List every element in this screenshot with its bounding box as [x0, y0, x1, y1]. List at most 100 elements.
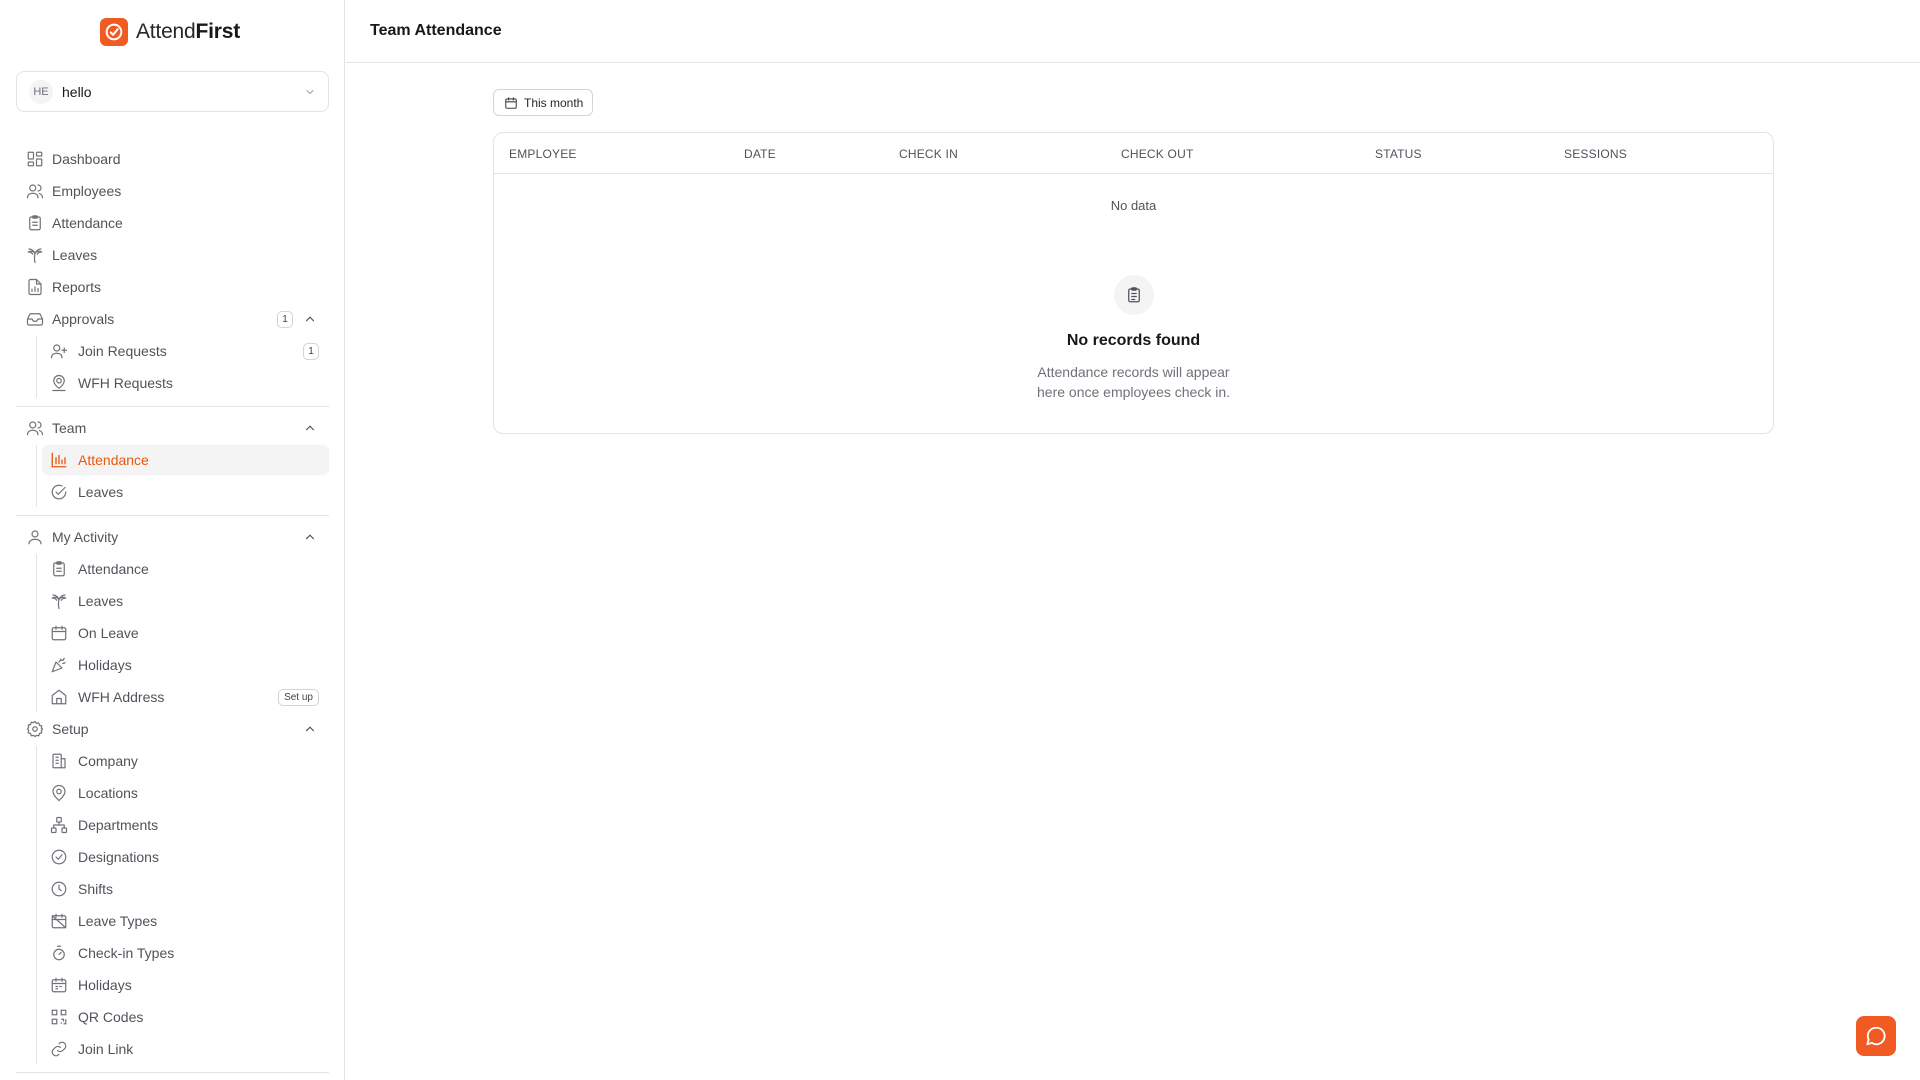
palm-tree-icon: [26, 246, 44, 264]
nav-my-attendance[interactable]: Attendance: [42, 554, 329, 584]
nav-employees[interactable]: Employees: [16, 176, 329, 206]
nav-attendance[interactable]: Attendance: [16, 208, 329, 238]
column-date[interactable]: DATE: [744, 147, 776, 161]
brand[interactable]: AttendFirst: [100, 18, 240, 46]
nav-setup-holidays[interactable]: Holidays: [42, 970, 329, 1000]
chevron-up-icon[interactable]: [303, 421, 317, 435]
clipboard-list-icon: [1114, 275, 1154, 315]
nav-label: Approvals: [52, 311, 115, 327]
nav-label: Attendance: [78, 452, 149, 468]
tree-line: [36, 554, 37, 712]
nav-on-leave[interactable]: On Leave: [42, 618, 329, 648]
nav-join-link[interactable]: Join Link: [42, 1034, 329, 1064]
nav-label: Dashboard: [52, 151, 121, 167]
no-data-text: No data: [1110, 198, 1157, 213]
nav-label: Holidays: [78, 657, 132, 673]
table-header: EMPLOYEE DATE CHECK IN CHECK OUT STATUS …: [494, 133, 1773, 174]
nav-label: Reports: [52, 279, 102, 295]
column-check-out[interactable]: CHECK OUT: [1121, 147, 1193, 161]
count-badge: 1: [277, 311, 293, 328]
chevron-down-icon: [304, 86, 316, 98]
nav-my-activity[interactable]: My Activity: [16, 522, 329, 552]
nav-label: On Leave: [78, 625, 139, 641]
nav-approvals[interactable]: Approvals 1: [16, 304, 329, 334]
nav-setup[interactable]: Setup: [16, 714, 329, 744]
divider: [16, 515, 329, 516]
tree-line: [36, 336, 37, 398]
nav-label: Departments: [78, 817, 159, 833]
building-icon: [50, 752, 68, 770]
nav-company[interactable]: Company: [42, 746, 329, 776]
nav-reports[interactable]: Reports: [16, 272, 329, 302]
nav-qr-codes[interactable]: QR Codes: [42, 1002, 329, 1032]
period-filter-button[interactable]: This month: [493, 89, 594, 116]
nav-label: Leave Types: [78, 913, 158, 929]
chevron-up-icon[interactable]: [303, 722, 317, 736]
gear-icon: [26, 720, 44, 738]
timer-icon: [50, 944, 68, 962]
nav-wfh-address[interactable]: WFH Address Set up: [42, 682, 329, 712]
nav-label: Holidays: [78, 977, 132, 993]
divider: [16, 1072, 329, 1073]
nav-label: Company: [78, 753, 138, 769]
nav-label: Shifts: [78, 881, 114, 897]
nav-designations[interactable]: Designations: [42, 842, 329, 872]
bar-chart-icon: [50, 451, 68, 469]
nav-label: My Activity: [52, 529, 119, 545]
chat-button[interactable]: [1856, 1016, 1896, 1056]
qr-code-icon: [50, 1008, 68, 1026]
workspace-switcher[interactable]: HE hello: [16, 71, 329, 112]
nav-dashboard[interactable]: Dashboard: [16, 144, 329, 174]
nav-label: Designations: [78, 849, 159, 865]
nav-label: Join Requests: [78, 343, 167, 359]
nav-leaves[interactable]: Leaves: [16, 240, 329, 270]
nav-wfh-requests[interactable]: WFH Requests: [42, 368, 329, 398]
sidebar: AttendFirst HE hello Dashboard Employees…: [0, 0, 345, 1080]
nav-departments[interactable]: Departments: [42, 810, 329, 840]
page-title: Team Attendance: [370, 22, 502, 39]
nav-leave-types[interactable]: Leave Types: [42, 906, 329, 936]
clock-icon: [50, 880, 68, 898]
user-plus-icon: [50, 342, 68, 360]
nav-label: Leaves: [52, 247, 98, 263]
nav-label: Attendance: [78, 561, 149, 577]
column-sessions[interactable]: SESSIONS: [1564, 147, 1627, 161]
calendar-icon: [50, 624, 68, 642]
nav-checkin-types[interactable]: Check-in Types: [42, 938, 329, 968]
divider: [16, 406, 329, 407]
grid-icon: [26, 150, 44, 168]
nav-label: Leaves: [78, 484, 124, 500]
workspace-name: hello: [62, 83, 92, 100]
period-filter-label: This month: [524, 95, 584, 110]
nav-label: Check-in Types: [78, 945, 175, 961]
nav-team[interactable]: Team: [16, 413, 329, 443]
nav-my-holidays[interactable]: Holidays: [42, 650, 329, 680]
nav-team-attendance[interactable]: Attendance: [42, 445, 329, 475]
clipboard-icon: [26, 214, 44, 232]
calendar-off-icon: [50, 912, 68, 930]
empty-state-line: here once employees check in.: [1037, 384, 1230, 400]
nav-label: QR Codes: [78, 1009, 144, 1025]
map-pin-user-icon: [50, 374, 68, 392]
empty-state-title: No records found: [1066, 332, 1201, 349]
palm-tree-icon: [50, 592, 68, 610]
column-employee[interactable]: EMPLOYEE: [509, 147, 577, 161]
users-icon: [26, 419, 44, 437]
nav-label: WFH Requests: [78, 375, 173, 391]
logo-check-icon: [100, 18, 128, 46]
nav-shifts[interactable]: Shifts: [42, 874, 329, 904]
setup-badge[interactable]: Set up: [278, 689, 319, 706]
nav-join-requests[interactable]: Join Requests 1: [42, 336, 329, 366]
column-status[interactable]: STATUS: [1375, 147, 1422, 161]
nav-locations[interactable]: Locations: [42, 778, 329, 808]
nav-label: Attendance: [52, 215, 123, 231]
users-icon: [26, 182, 44, 200]
column-check-in[interactable]: CHECK IN: [899, 147, 958, 161]
chevron-up-icon[interactable]: [303, 530, 317, 544]
nav-label: Join Link: [78, 1041, 134, 1057]
check-circle-icon: [50, 483, 68, 501]
nav-my-leaves[interactable]: Leaves: [42, 586, 329, 616]
workspace-avatar: HE: [29, 79, 53, 104]
chevron-up-icon[interactable]: [303, 312, 317, 326]
nav-team-leaves[interactable]: Leaves: [42, 477, 329, 507]
